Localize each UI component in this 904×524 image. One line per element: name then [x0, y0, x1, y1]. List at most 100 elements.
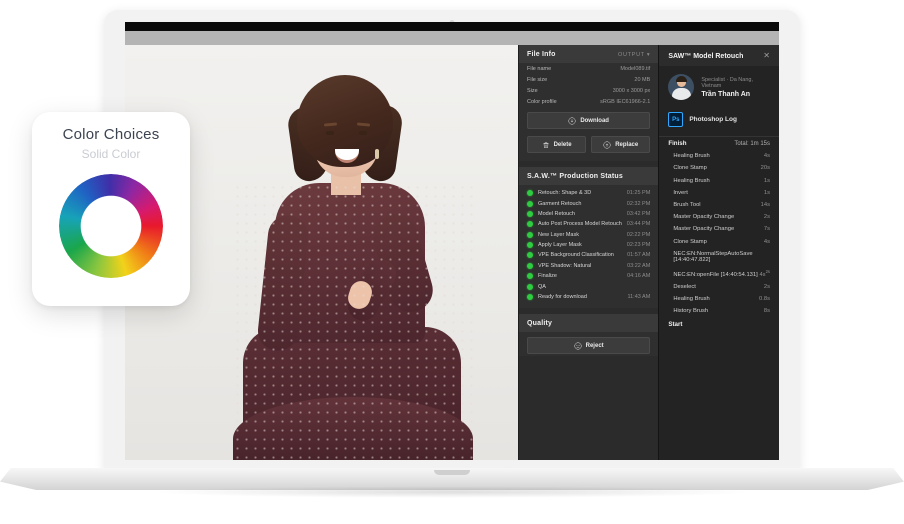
- status-row[interactable]: VPE Shadow: Natural 03:22 AM: [519, 261, 658, 271]
- status-row[interactable]: QA: [519, 281, 658, 291]
- status-dot-icon: [527, 200, 533, 207]
- status-time: 01:25 PM: [626, 190, 651, 197]
- sad-face-icon: [574, 342, 582, 350]
- status-label: QA: [538, 283, 546, 290]
- log-start-row: Start: [659, 318, 779, 331]
- laptop-shadow: [150, 486, 754, 498]
- file-info-row: File name Model089.tif: [519, 63, 658, 74]
- download-row: Download: [519, 107, 658, 131]
- avatar: [668, 74, 695, 100]
- status-label: Retouch: Shape & 3D: [538, 190, 592, 197]
- total-label: Total: 1m 15s: [734, 141, 770, 148]
- status-row[interactable]: Apply Layer Mask 02:23 PM: [519, 240, 658, 250]
- production-status-card: S.A.W.™ Production Status Retouch: Shape…: [519, 167, 659, 309]
- download-button[interactable]: Download: [527, 112, 651, 129]
- file-info-panel: File Info OUTPUT ▾ File name Model089.ti…: [518, 45, 659, 460]
- photo-earring: [375, 149, 379, 159]
- status-label: New Layer Mask: [538, 231, 579, 238]
- status-time: 01:57 AM: [627, 252, 651, 259]
- status-dot-icon: [527, 293, 533, 300]
- avatar-hair: [676, 76, 688, 82]
- quality-header: Quality: [519, 314, 659, 333]
- color-choices-title: Color Choices: [62, 126, 160, 143]
- status-row[interactable]: New Layer Mask 02:22 PM: [519, 230, 658, 240]
- photoshop-icon: Ps: [668, 112, 684, 127]
- field-value: sRGB IEC61966-2.1: [600, 98, 651, 105]
- status-time: 03:44 PM: [626, 221, 651, 228]
- status-dot-icon: [527, 242, 533, 249]
- photo-eye-left: [326, 131, 334, 135]
- log-name: Brush Tool: [673, 202, 701, 209]
- status-dot-icon: [527, 210, 533, 217]
- status-time: 02:23 PM: [626, 242, 651, 249]
- log-row: History Brush 8s: [659, 305, 779, 317]
- color-wheel-icon[interactable]: [59, 174, 163, 278]
- log-name: Healing Brush: [673, 296, 710, 303]
- specialist-text: Specialist · Da Nang, Vietnam Trần Thanh…: [701, 77, 770, 98]
- status-row[interactable]: Auto Post Process Model Retouch 03:44 PM: [519, 219, 658, 229]
- status-row[interactable]: Finalize 04:16 AM: [519, 271, 658, 281]
- photoshop-log-list: Finish Total: 1m 15s Healing Brush 4s Cl…: [659, 136, 779, 331]
- output-dropdown-label: OUTPUT: [618, 51, 645, 58]
- reject-button[interactable]: Reject: [527, 337, 651, 355]
- replace-button[interactable]: Replace: [591, 136, 651, 153]
- upload-icon: [603, 140, 611, 149]
- delete-button[interactable]: Delete: [527, 136, 587, 153]
- status-dot-icon: [527, 283, 533, 290]
- status-row[interactable]: Ready for download 11:43 AM: [519, 292, 658, 302]
- log-duration: 7s: [763, 226, 770, 233]
- avatar-body: [672, 88, 692, 100]
- quality-card: Quality Reject: [519, 314, 659, 357]
- retouch-panel-header: SAW™ Model Retouch ✕: [659, 45, 779, 66]
- log-row: Invert 1s: [659, 187, 779, 199]
- status-row[interactable]: VPE Background Classification 01:57 AM: [519, 250, 658, 260]
- log-row: Deselect 2s: [659, 281, 779, 293]
- file-info-row: File size 20 MB: [519, 74, 658, 85]
- log-name: Deselect: [673, 284, 696, 291]
- log-duration: 20s: [760, 165, 770, 172]
- log-row-openfile: NEC:EN:openFile [14:40:54.131] 4s2s: [659, 266, 779, 281]
- app-titlebar: [125, 22, 779, 31]
- quality-title: Quality: [527, 320, 553, 328]
- screenshot-stage: File Info OUTPUT ▾ File name Model089.ti…: [0, 0, 904, 524]
- status-dot-icon: [527, 273, 533, 280]
- photoshop-log-label: Photoshop Log: [689, 116, 737, 123]
- status-label: Apply Layer Mask: [538, 242, 582, 249]
- color-choices-card[interactable]: Color Choices Solid Color: [32, 112, 190, 306]
- status-time: 02:22 PM: [626, 231, 651, 238]
- field-key: Size: [527, 87, 538, 94]
- log-duration: 14s: [760, 202, 770, 209]
- log-duration: 0.8s: [759, 296, 770, 303]
- photo-eye-right: [359, 131, 367, 135]
- log-duration: 4s: [763, 153, 770, 160]
- log-duration: 4s2s: [759, 269, 770, 278]
- production-status-list: Retouch: Shape & 3D 01:25 PM Garment Ret…: [519, 185, 658, 308]
- output-dropdown[interactable]: OUTPUT ▾: [618, 52, 650, 58]
- close-icon[interactable]: ✕: [763, 52, 770, 60]
- status-dot-icon: [527, 221, 533, 228]
- status-dot-icon: [527, 190, 533, 197]
- log-name: NEC:EN:openFile [14:40:54.131]: [673, 271, 758, 278]
- production-status-title: S.A.W.™ Production Status: [527, 173, 624, 180]
- status-row[interactable]: Garment Retouch 02:32 PM: [519, 198, 658, 208]
- laptop-notch-dent: [434, 470, 470, 475]
- status-row[interactable]: Model Retouch 03:42 PM: [519, 209, 658, 219]
- log-duration-sup: 2s: [765, 268, 770, 274]
- log-name: Master Opacity Change: [673, 226, 735, 233]
- field-value: 20 MB: [634, 76, 651, 83]
- reject-label: Reject: [585, 342, 604, 349]
- specialist-block: Specialist · Da Nang, Vietnam Trần Thanh…: [659, 66, 779, 108]
- status-label: Garment Retouch: [538, 200, 582, 207]
- status-row[interactable]: Retouch: Shape & 3D 01:25 PM: [519, 188, 658, 198]
- log-duration: 2s: [763, 214, 770, 221]
- status-time: 11:43 AM: [627, 293, 651, 300]
- log-name: Clone Stamp: [673, 238, 707, 245]
- log-row: Healing Brush 4s: [659, 150, 779, 162]
- log-duration: 8s: [763, 308, 770, 315]
- status-time: 03:42 PM: [626, 210, 651, 217]
- photoshop-log-header[interactable]: Ps Photoshop Log: [659, 108, 779, 136]
- status-dot-icon: [527, 231, 533, 238]
- app-body: File Info OUTPUT ▾ File name Model089.ti…: [125, 45, 779, 460]
- delete-label: Delete: [553, 141, 572, 148]
- log-duration: 2s: [763, 284, 770, 291]
